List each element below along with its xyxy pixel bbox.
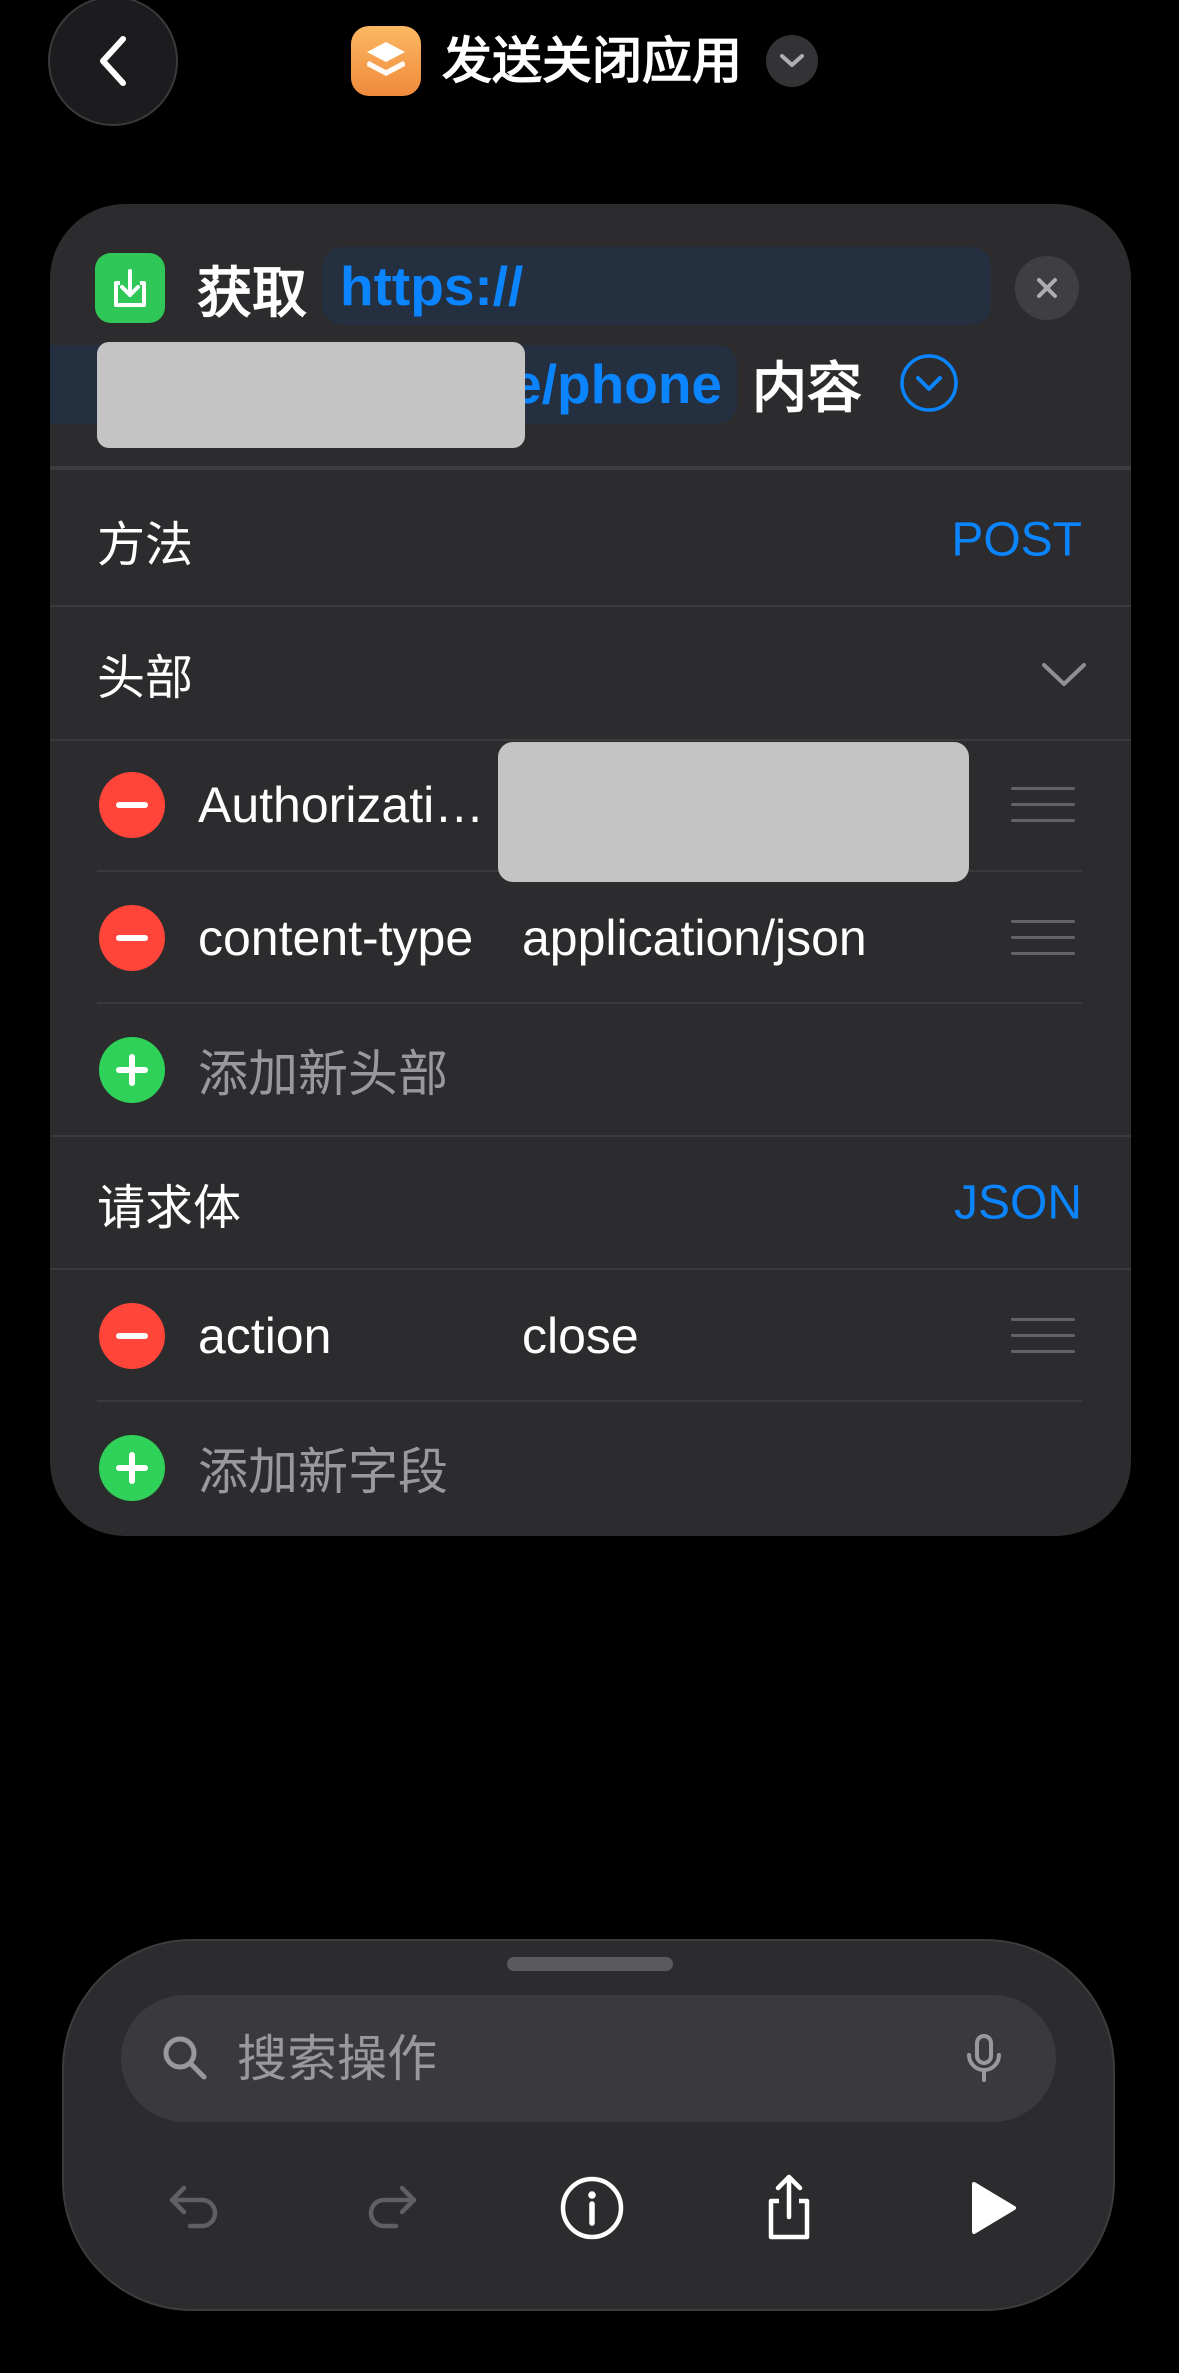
header-key[interactable]: Authorizati… xyxy=(198,776,484,834)
search-icon xyxy=(163,2036,207,2080)
run-button[interactable] xyxy=(950,2168,1030,2248)
undo-button[interactable] xyxy=(154,2168,234,2248)
header-divider xyxy=(50,466,1131,470)
drag-handle[interactable] xyxy=(1011,920,1075,956)
minus-icon xyxy=(116,1333,148,1339)
chevron-down-icon[interactable] xyxy=(1040,661,1088,689)
info-icon xyxy=(560,2176,624,2240)
request-body-label: 请求体 xyxy=(97,1182,242,1235)
minus-icon xyxy=(116,935,148,941)
sheet-grabber[interactable] xyxy=(507,1957,673,1971)
redo-icon xyxy=(368,2185,417,2229)
close-icon xyxy=(1037,278,1057,298)
redaction-box xyxy=(97,342,525,448)
add-button[interactable] xyxy=(99,1037,165,1103)
redaction-box xyxy=(498,742,969,882)
redo-button[interactable] xyxy=(352,2168,432,2248)
url-end-text: e/phone xyxy=(511,353,722,415)
download-icon xyxy=(95,253,165,323)
headers-label: 头部 xyxy=(97,652,194,705)
add-button[interactable] xyxy=(99,1435,165,1501)
add-field-row[interactable]: 添加新字段 xyxy=(50,1402,1131,1534)
plus-icon xyxy=(116,1054,148,1086)
minus-icon xyxy=(116,802,148,808)
header-key[interactable]: content-type xyxy=(198,909,473,967)
drag-handle[interactable] xyxy=(1011,1318,1075,1354)
body-item-action: action close xyxy=(50,1270,1131,1402)
drag-handle[interactable] xyxy=(1011,787,1075,823)
remove-button[interactable] xyxy=(99,772,165,838)
action-search-panel xyxy=(62,1939,1115,2311)
share-button[interactable] xyxy=(749,2168,829,2248)
back-button[interactable] xyxy=(48,0,178,126)
method-value[interactable]: POST xyxy=(951,513,1082,568)
method-label: 方法 xyxy=(97,519,194,572)
chevron-down-circle-icon xyxy=(900,354,958,412)
shortcut-title[interactable]: 发送关闭应用 xyxy=(442,31,742,91)
field-key[interactable]: action xyxy=(198,1307,331,1365)
request-body-type[interactable]: JSON xyxy=(954,1176,1082,1231)
action-noun: 内容 xyxy=(752,357,863,419)
add-header-row[interactable]: 添加新头部 xyxy=(50,1004,1131,1136)
title-menu-button[interactable] xyxy=(766,35,818,87)
field-value[interactable]: close xyxy=(522,1307,639,1365)
search-field[interactable] xyxy=(121,1995,1056,2122)
url-start-text: https:// xyxy=(340,255,524,317)
headers-row[interactable]: 头部 xyxy=(50,607,1131,739)
remove-button[interactable] xyxy=(99,905,165,971)
close-button[interactable] xyxy=(1015,256,1079,320)
method-row[interactable]: 方法 POST xyxy=(50,474,1131,606)
microphone-icon[interactable] xyxy=(959,2033,1009,2083)
request-body-row[interactable]: 请求体 JSON xyxy=(50,1137,1131,1269)
remove-button[interactable] xyxy=(99,1303,165,1369)
get-contents-action-card: 获取 https:// e/phone 内容 方法 POST 头部 Author… xyxy=(50,204,1131,1536)
info-button[interactable] xyxy=(552,2168,632,2248)
undo-icon xyxy=(169,2185,218,2229)
header-item-content-type: content-type application/json xyxy=(50,872,1131,1004)
search-input[interactable] xyxy=(237,1995,917,2122)
play-icon xyxy=(972,2182,1016,2234)
header-value[interactable]: application/json xyxy=(522,909,867,967)
expand-parameters-button[interactable] xyxy=(899,353,959,413)
chevron-left-icon xyxy=(100,36,126,86)
plus-icon xyxy=(116,1452,148,1484)
chevron-down-icon xyxy=(780,54,804,67)
layers-icon[interactable] xyxy=(351,26,421,96)
share-icon xyxy=(768,2174,810,2240)
url-token[interactable]: https:// xyxy=(322,247,991,325)
action-verb: 获取 xyxy=(197,262,308,324)
add-field-label[interactable]: 添加新字段 xyxy=(198,1432,448,1504)
add-header-label[interactable]: 添加新头部 xyxy=(198,1034,448,1106)
